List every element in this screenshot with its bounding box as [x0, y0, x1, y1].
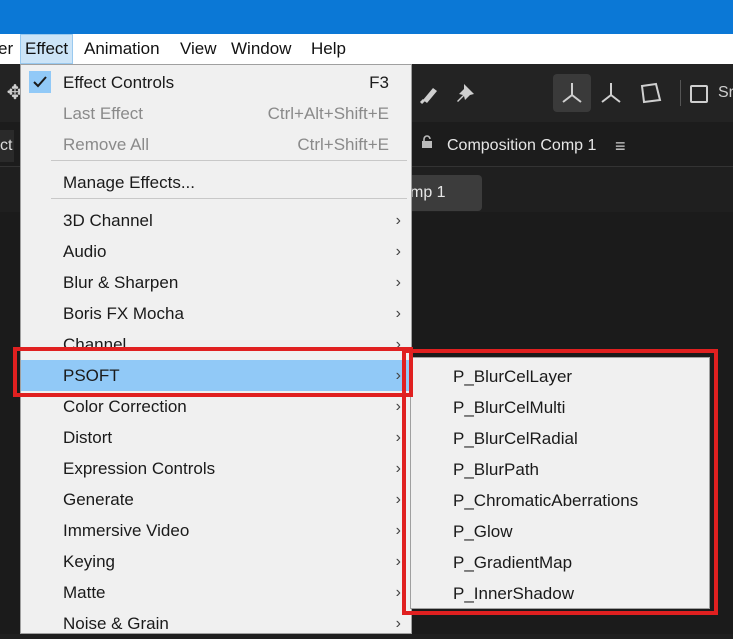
brush-tool-icon[interactable] — [415, 78, 445, 108]
menu-item-distort[interactable]: Distort › — [21, 422, 411, 453]
toolbar-separator — [680, 80, 681, 106]
title-bar — [0, 0, 733, 34]
chevron-right-icon: › — [395, 305, 401, 322]
panel-menu-icon[interactable]: ≡ — [615, 132, 626, 160]
snapping-label: Sr — [718, 84, 733, 101]
menu-item-label: Immersive Video — [63, 521, 190, 540]
annotation-highlight-submenu — [402, 349, 718, 615]
chevron-right-icon: › — [395, 553, 401, 570]
chevron-right-icon: › — [395, 491, 401, 508]
menu-item-label: Remove All — [63, 135, 149, 154]
menu-view[interactable]: View — [176, 34, 221, 64]
composition-panel-title[interactable]: Composition Comp 1 — [447, 132, 596, 160]
menu-item-shortcut: Ctrl+Alt+Shift+E — [267, 104, 389, 123]
menu-item-label: 3D Channel — [63, 211, 153, 230]
menu-item-label: Expression Controls — [63, 459, 216, 478]
menu-separator — [51, 198, 407, 199]
effect-controls-tab-truncated[interactable]: ct — [0, 130, 14, 162]
chevron-right-icon: › — [395, 460, 401, 477]
menu-item-label: Generate — [63, 490, 134, 509]
menu-item-label: Audio — [63, 242, 107, 261]
menu-item-shortcut: F3 — [369, 73, 389, 92]
menu-item-manage-effects[interactable]: Manage Effects... — [21, 167, 411, 198]
menu-item-label: Effect Controls — [63, 73, 175, 92]
menu-item-label: Boris FX Mocha — [63, 304, 184, 323]
menu-item-label: Matte — [63, 583, 106, 602]
menu-item-label: Manage Effects... — [63, 173, 195, 192]
view-axis-icon[interactable] — [636, 78, 666, 108]
menu-effect[interactable]: Effect — [20, 34, 74, 64]
chevron-right-icon: › — [395, 243, 401, 260]
menu-animation[interactable]: Animation — [80, 34, 164, 64]
menu-help[interactable]: Help — [307, 34, 350, 64]
chevron-right-icon: › — [395, 615, 401, 632]
snapping-checkbox[interactable] — [690, 85, 708, 103]
menu-item-blur-sharpen[interactable]: Blur & Sharpen › — [21, 267, 411, 298]
menu-file-truncated[interactable]: er — [0, 34, 17, 64]
pin-tool-icon[interactable] — [452, 78, 482, 108]
menu-item-label: Noise & Grain — [63, 614, 169, 633]
menu-item-label: Last Effect — [63, 104, 144, 123]
lock-icon[interactable] — [420, 135, 434, 149]
menu-item-expression-controls[interactable]: Expression Controls › — [21, 453, 411, 484]
comp-tab[interactable]: mp 1 — [400, 175, 482, 211]
menu-item-noise-grain[interactable]: Noise & Grain › — [21, 608, 411, 639]
menu-item-generate[interactable]: Generate › — [21, 484, 411, 515]
world-axis-icon[interactable] — [596, 78, 626, 108]
local-axis-icon — [562, 83, 582, 103]
checkmark-icon — [29, 71, 51, 93]
menu-item-keying[interactable]: Keying › — [21, 546, 411, 577]
menu-item-shortcut: Ctrl+Shift+E — [297, 135, 389, 154]
menu-item-label: Blur & Sharpen — [63, 273, 179, 292]
chevron-right-icon: › — [395, 429, 401, 446]
menu-item-audio[interactable]: Audio › — [21, 236, 411, 267]
chevron-right-icon: › — [395, 274, 401, 291]
menu-separator — [51, 160, 407, 161]
menu-item-boris-fx-mocha[interactable]: Boris FX Mocha › — [21, 298, 411, 329]
menu-item-effect-controls[interactable]: Effect Controls F3 — [21, 67, 411, 98]
menu-window[interactable]: Window — [227, 34, 295, 64]
chevron-right-icon: › — [395, 584, 401, 601]
chevron-right-icon: › — [395, 212, 401, 229]
menu-item-remove-all: Remove All Ctrl+Shift+E — [21, 129, 411, 160]
menu-item-immersive-video[interactable]: Immersive Video › — [21, 515, 411, 546]
menu-item-3d-channel[interactable]: 3D Channel › — [21, 205, 411, 236]
menu-bar: er Effect Animation View Window Help — [0, 34, 733, 64]
menu-item-label: Keying — [63, 552, 115, 571]
menu-item-last-effect: Last Effect Ctrl+Alt+Shift+E — [21, 98, 411, 129]
annotation-highlight-psoft — [13, 347, 413, 397]
menu-item-label: Distort — [63, 428, 113, 447]
menu-item-matte[interactable]: Matte › — [21, 577, 411, 608]
chevron-right-icon: › — [395, 522, 401, 539]
